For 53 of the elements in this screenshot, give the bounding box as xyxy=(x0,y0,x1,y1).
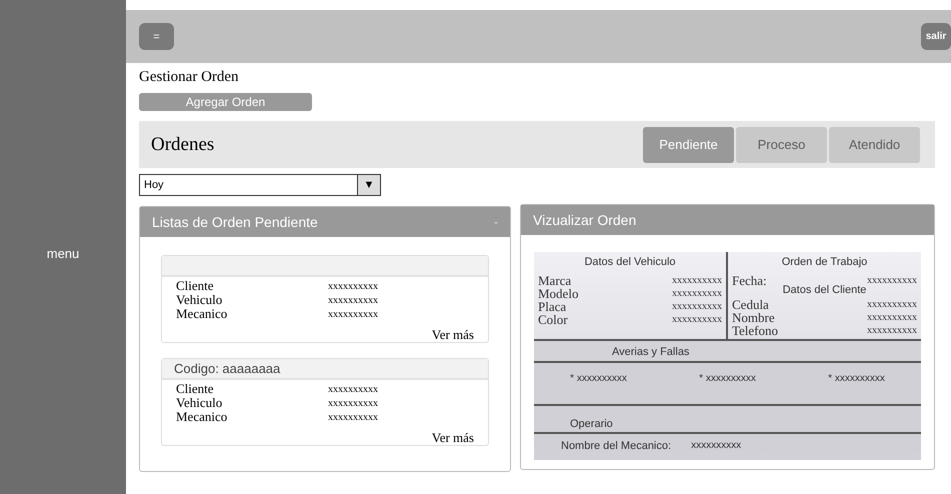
field-value: xxxxxxxxxx xyxy=(672,287,722,300)
date-filter-dropdown[interactable]: Hoy ▼ xyxy=(139,174,381,196)
field-label: Nombre xyxy=(732,311,775,324)
field-label: Cliente xyxy=(176,381,215,397)
order-code: Codigo: aaaaaaaa xyxy=(174,361,280,376)
field-value: xxxxxxxxxx xyxy=(328,384,378,394)
field-value: xxxxxxxxxx xyxy=(867,298,917,311)
field-value: xxxxxxxxxx xyxy=(328,294,378,306)
field-label: Cedula xyxy=(732,298,769,311)
field-value: xxxxxxxxxx xyxy=(328,398,378,408)
field-label: Color xyxy=(538,313,568,326)
status-tab[interactable]: Pendiente xyxy=(643,126,734,162)
field-value: xxxxxxxxxx xyxy=(672,313,722,326)
field-value: xxxxxxxxxx xyxy=(328,308,378,320)
field-label: Vehiculo xyxy=(176,292,224,308)
fault-item: * xxxxxxxxxx xyxy=(570,373,627,384)
field-label: Marca xyxy=(538,274,572,287)
field-label: Cliente xyxy=(176,278,215,294)
field-label: Vehiculo xyxy=(176,395,224,411)
orders-title: Ordenes xyxy=(151,134,214,156)
field-value: xxxxxxxxxx xyxy=(867,324,917,337)
field-value: xxxxxxxxxx xyxy=(328,280,378,292)
field-value: xxxxxxxxxx xyxy=(691,440,742,452)
menu-button[interactable]: = xyxy=(139,23,174,50)
field-value: xxxxxxxxxx xyxy=(867,274,917,287)
status-tab[interactable]: Atendido xyxy=(829,126,920,162)
section-title: Datos del Vehiculo xyxy=(583,256,677,268)
see-more-link[interactable]: Ver más xyxy=(432,430,474,445)
field-value: xxxxxxxxxx xyxy=(328,412,378,422)
page-title: Gestionar Orden xyxy=(139,69,240,87)
field-value: xxxxxxxxxx xyxy=(867,311,917,324)
field-label: Nombre del Mecanico: xyxy=(561,440,672,452)
field-value: xxxxxxxxxx xyxy=(672,300,722,313)
panel-title: Listas de Orden Pendiente xyxy=(152,214,318,230)
panel-title: Vizualizar Orden xyxy=(533,212,636,228)
field-value: xxxxxxxxxx xyxy=(672,274,722,287)
section-title: Orden de Trabajo xyxy=(780,256,868,268)
field-label: Modelo xyxy=(538,287,578,300)
status-tab[interactable]: Proceso xyxy=(736,126,827,162)
field-label: Mecanico xyxy=(176,306,228,322)
exit-button[interactable]: salir xyxy=(921,23,951,50)
see-more-link[interactable]: Ver más xyxy=(432,327,474,342)
section-title: Operario xyxy=(570,418,613,430)
fault-item: * xxxxxxxxxx xyxy=(828,373,885,384)
field-label: Telefono xyxy=(732,324,778,337)
section-title: Datos del Cliente xyxy=(782,284,868,296)
fault-item: * xxxxxxxxxx xyxy=(699,373,756,384)
field-label: Placa xyxy=(538,300,566,313)
field-label: Fecha: xyxy=(732,274,767,287)
field-label: Mecanico xyxy=(176,409,228,425)
menu-label[interactable]: menu xyxy=(46,246,80,262)
section-title: Averias y Fallas xyxy=(534,341,921,363)
add-order-button[interactable]: Agregar Orden xyxy=(139,93,312,111)
